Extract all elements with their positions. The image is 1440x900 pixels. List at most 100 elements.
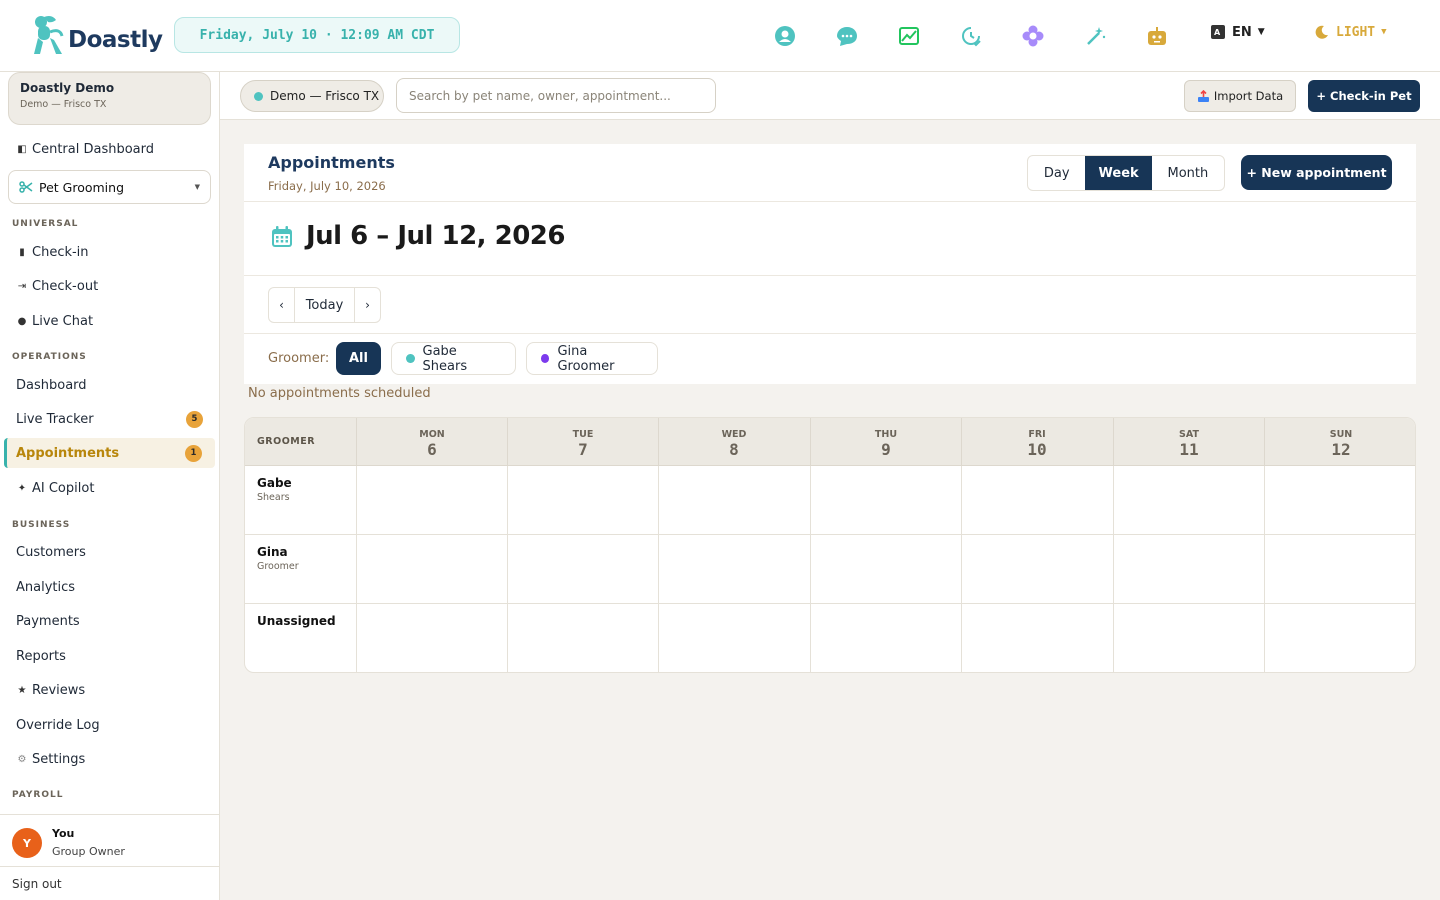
person-circle-icon[interactable] xyxy=(773,24,797,48)
groomer-row-gina: Gina Groomer xyxy=(245,535,1415,604)
schedule-cell[interactable] xyxy=(658,604,809,672)
date-range-row: Jul 6 – Jul 12, 2026 xyxy=(244,202,1416,276)
filter-all-chip[interactable]: All xyxy=(336,342,381,375)
day-number: 6 xyxy=(427,440,437,459)
theme-toggle[interactable]: LIGHT ▼ xyxy=(1314,24,1387,40)
appointments-header: Appointments Friday, July 10, 2026 Day W… xyxy=(244,144,1416,202)
sidebar-item-label: Customers xyxy=(16,544,86,560)
schedule-cell[interactable] xyxy=(356,466,507,535)
schedule-cell[interactable] xyxy=(1113,466,1264,535)
count-badge: 5 xyxy=(186,410,203,428)
language-label: EN xyxy=(1232,24,1252,40)
sidebar-item-ai-copilot[interactable]: ✦ AI Copilot xyxy=(0,473,220,503)
schedule-cell[interactable] xyxy=(1264,466,1415,535)
schedule-cell[interactable] xyxy=(961,535,1112,604)
sidebar-item-check-out[interactable]: ⇥ Check-out xyxy=(0,271,220,301)
schedule-cell[interactable] xyxy=(810,604,961,672)
groomer-filter-label: Groomer: xyxy=(268,351,330,366)
day-header-fri: FRI 10 xyxy=(961,418,1112,466)
sidebar-item-central-dashboard[interactable]: ◧ Central Dashboard xyxy=(0,134,220,164)
schedule-cell[interactable] xyxy=(1113,535,1264,604)
sidebar-item-analytics[interactable]: Analytics xyxy=(0,572,220,602)
module-select[interactable]: Pet Grooming ▼ xyxy=(8,170,211,204)
schedule-cell[interactable] xyxy=(356,604,507,672)
sidebar-item-payments[interactable]: Payments xyxy=(0,606,220,636)
import-data-button[interactable]: Import Data xyxy=(1184,80,1296,112)
schedule-cell[interactable] xyxy=(658,466,809,535)
view-toggle: Day Week Month xyxy=(1027,155,1225,191)
sidebar-item-settings[interactable]: ⚙ Settings xyxy=(0,744,220,774)
day-name: SUN xyxy=(1329,429,1353,440)
schedule-cell[interactable] xyxy=(1113,604,1264,672)
chevron-down-icon: ▼ xyxy=(194,183,200,191)
filter-gabe-chip[interactable]: Gabe Shears xyxy=(391,342,516,375)
schedule-cell[interactable] xyxy=(1264,535,1415,604)
sidebar-item-label: Live Tracker xyxy=(16,411,94,427)
groomer-subname: Groomer xyxy=(257,561,299,572)
chevron-right-icon[interactable]: › xyxy=(355,288,380,322)
user-profile[interactable]: Y You Group Owner xyxy=(0,814,220,866)
filter-gina-chip[interactable]: Gina Groomer xyxy=(526,342,658,375)
schedule-cell[interactable] xyxy=(356,535,507,604)
schedule-cell[interactable] xyxy=(507,466,658,535)
sidebar-item-label: Override Log xyxy=(16,717,100,733)
sidebar-item-label: Check-in xyxy=(32,244,89,260)
exit-icon: ⇥ xyxy=(17,280,27,292)
sidebar-item-dashboard[interactable]: Dashboard xyxy=(0,370,220,400)
schedule-cell[interactable] xyxy=(810,535,961,604)
sidebar: Doastly Demo Demo — Frisco TX ◧ Central … xyxy=(0,72,220,900)
chevron-down-icon: ▼ xyxy=(1257,27,1265,37)
clock-check-icon[interactable] xyxy=(959,24,983,48)
sidebar-item-live-tracker[interactable]: Live Tracker 5 xyxy=(0,404,220,434)
translate-icon: A xyxy=(1211,25,1225,39)
groomer-name: Unassigned xyxy=(257,614,336,628)
flower-icon[interactable] xyxy=(1021,24,1045,48)
view-day-button[interactable]: Day xyxy=(1028,156,1085,190)
check-in-pet-button[interactable]: + Check-in Pet xyxy=(1308,80,1420,112)
schedule-cell[interactable] xyxy=(810,466,961,535)
sidebar-item-label: Check-out xyxy=(32,278,99,294)
search-input[interactable] xyxy=(396,78,716,113)
groomer-name: Gina xyxy=(257,545,288,559)
today-button[interactable]: Today xyxy=(294,288,355,322)
day-number: 8 xyxy=(729,440,739,459)
day-header-sun: SUN 12 xyxy=(1264,418,1415,466)
brand-logo[interactable]: Doastly xyxy=(30,14,163,58)
schedule-cell[interactable] xyxy=(1264,604,1415,672)
sidebar-item-override-log[interactable]: Override Log xyxy=(0,710,220,740)
schedule-cell[interactable] xyxy=(658,535,809,604)
section-label-business: BUSINESS xyxy=(12,520,71,530)
language-selector[interactable]: A EN ▼ xyxy=(1210,24,1265,40)
new-appointment-button[interactable]: + New appointment xyxy=(1241,155,1392,190)
schedule-cell[interactable] xyxy=(507,535,658,604)
sidebar-item-live-chat[interactable]: ● Live Chat xyxy=(0,306,220,336)
robot-icon[interactable] xyxy=(1145,24,1169,48)
current-datetime: Friday, July 10 · 12:09 AM CDT xyxy=(174,17,460,53)
location-pill[interactable]: Demo — Frisco TX xyxy=(240,80,384,112)
schedule-cell[interactable] xyxy=(961,466,1112,535)
view-month-button[interactable]: Month xyxy=(1152,156,1224,190)
star-icon: ★ xyxy=(17,684,27,696)
section-label-payroll: PAYROLL xyxy=(12,790,64,800)
chevron-left-icon[interactable]: ‹ xyxy=(269,288,294,322)
user-name: You xyxy=(52,827,75,840)
schedule-cell[interactable] xyxy=(507,604,658,672)
chat-bubble-icon[interactable] xyxy=(835,24,859,48)
sidebar-item-reviews[interactable]: ★ Reviews xyxy=(0,675,220,705)
sidebar-item-reports[interactable]: Reports xyxy=(0,641,220,671)
magic-wand-icon[interactable] xyxy=(1084,24,1108,48)
view-week-button[interactable]: Week xyxy=(1085,156,1152,190)
day-header-tue: TUE 7 xyxy=(507,418,658,466)
day-name: WED xyxy=(721,429,747,440)
chart-image-icon[interactable] xyxy=(897,24,921,48)
sidebar-item-check-in[interactable]: ▮ Check-in xyxy=(0,237,220,267)
schedule-cell[interactable] xyxy=(961,604,1112,672)
org-switcher[interactable]: Doastly Demo Demo — Frisco TX xyxy=(8,72,211,125)
date-pager: ‹ Today › xyxy=(268,287,381,323)
user-role: Group Owner xyxy=(52,845,125,858)
sidebar-item-customers[interactable]: Customers xyxy=(0,537,220,567)
sign-out-link[interactable]: Sign out xyxy=(0,866,220,900)
groomer-color-dot xyxy=(541,354,550,363)
groomer-row-unassigned: Unassigned xyxy=(245,604,1415,672)
sidebar-item-appointments[interactable]: Appointments 1 xyxy=(4,438,215,468)
